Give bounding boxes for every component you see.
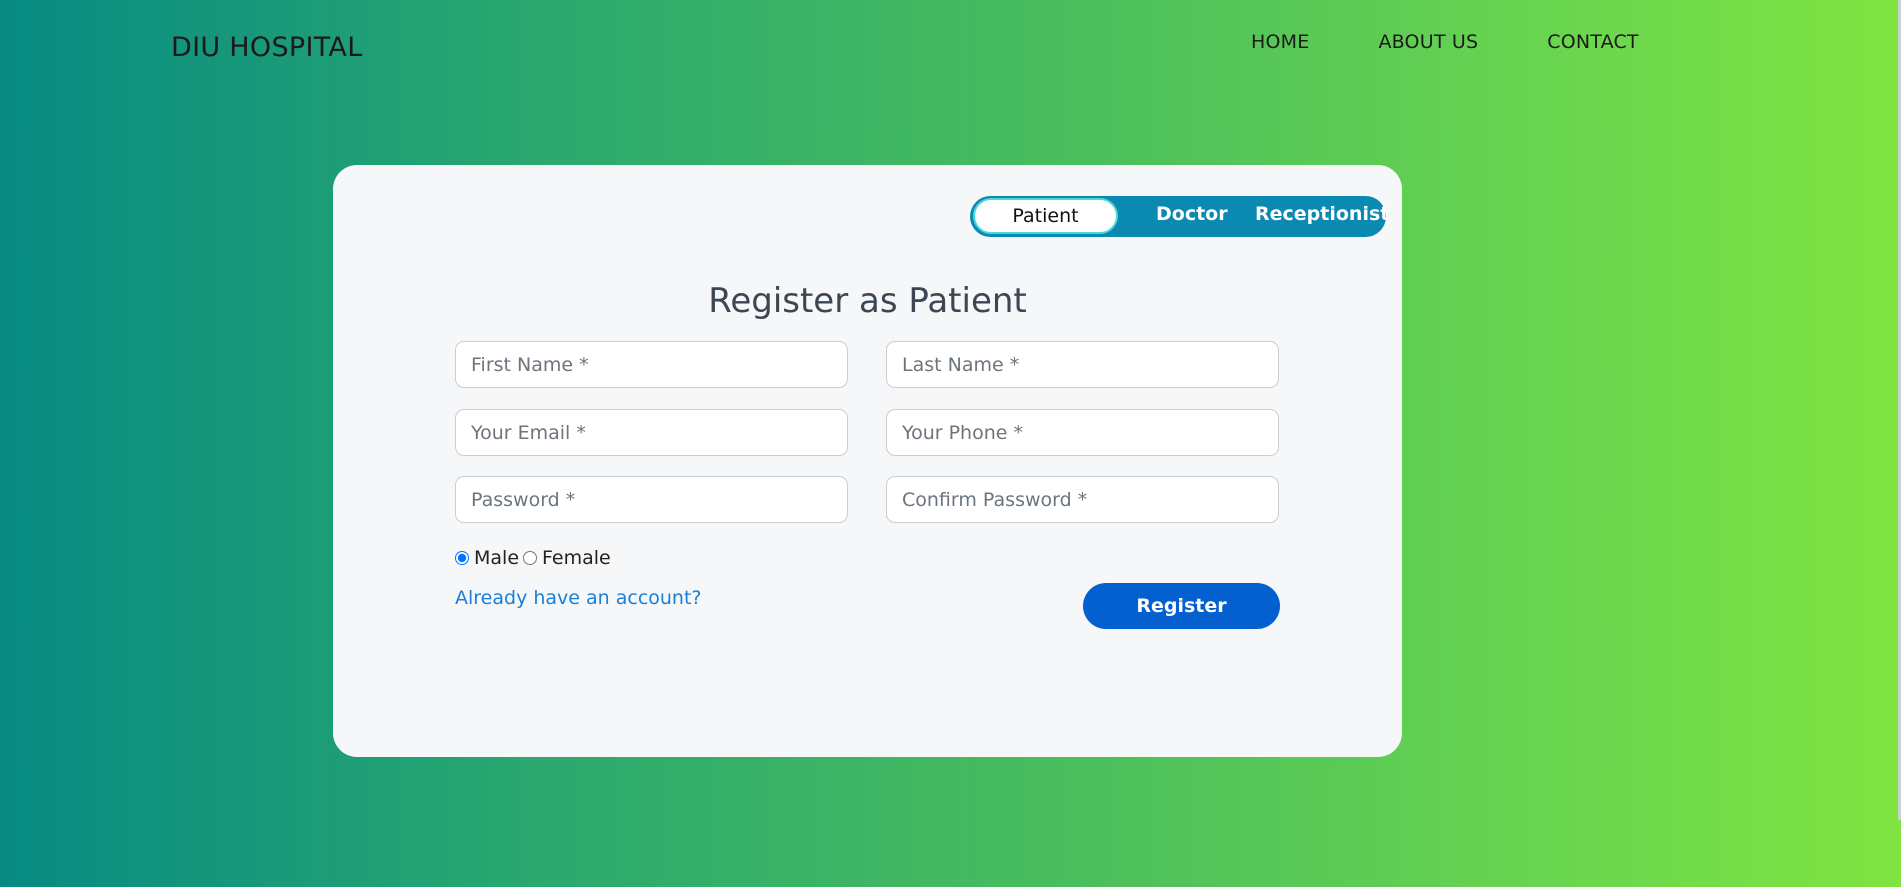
role-tab-doctor[interactable]: Doctor xyxy=(1156,203,1228,225)
first-name-input[interactable] xyxy=(455,341,848,388)
email-input[interactable] xyxy=(455,409,848,456)
role-tab-patient[interactable]: Patient xyxy=(973,198,1118,234)
registration-card: Patient Doctor Receptionist Register as … xyxy=(333,165,1402,757)
confirm-password-input[interactable] xyxy=(886,476,1279,523)
top-nav: HOME ABOUT US CONTACT xyxy=(1251,31,1639,53)
nav-about-link[interactable]: ABOUT US xyxy=(1378,31,1478,53)
nav-home-link[interactable]: HOME xyxy=(1251,31,1309,53)
gender-male-label[interactable]: Male xyxy=(474,547,519,569)
last-name-input[interactable] xyxy=(886,341,1279,388)
gender-female-radio[interactable] xyxy=(523,551,538,565)
gender-male-radio[interactable] xyxy=(455,551,469,565)
gender-female-label[interactable]: Female xyxy=(542,547,611,569)
role-tab-receptionist[interactable]: Receptionist xyxy=(1255,203,1389,225)
register-button[interactable]: Register xyxy=(1083,583,1280,629)
phone-input[interactable] xyxy=(886,409,1279,456)
role-toggle: Patient Doctor Receptionist xyxy=(970,196,1389,237)
password-input[interactable] xyxy=(455,476,848,523)
gender-radio-group: Male Female xyxy=(455,547,615,569)
already-have-account-link[interactable]: Already have an account? xyxy=(455,587,702,609)
nav-contact-link[interactable]: CONTACT xyxy=(1547,31,1639,53)
brand-logo-text[interactable]: DIU HOSPITAL xyxy=(171,32,363,63)
form-title: Register as Patient xyxy=(708,281,1027,321)
